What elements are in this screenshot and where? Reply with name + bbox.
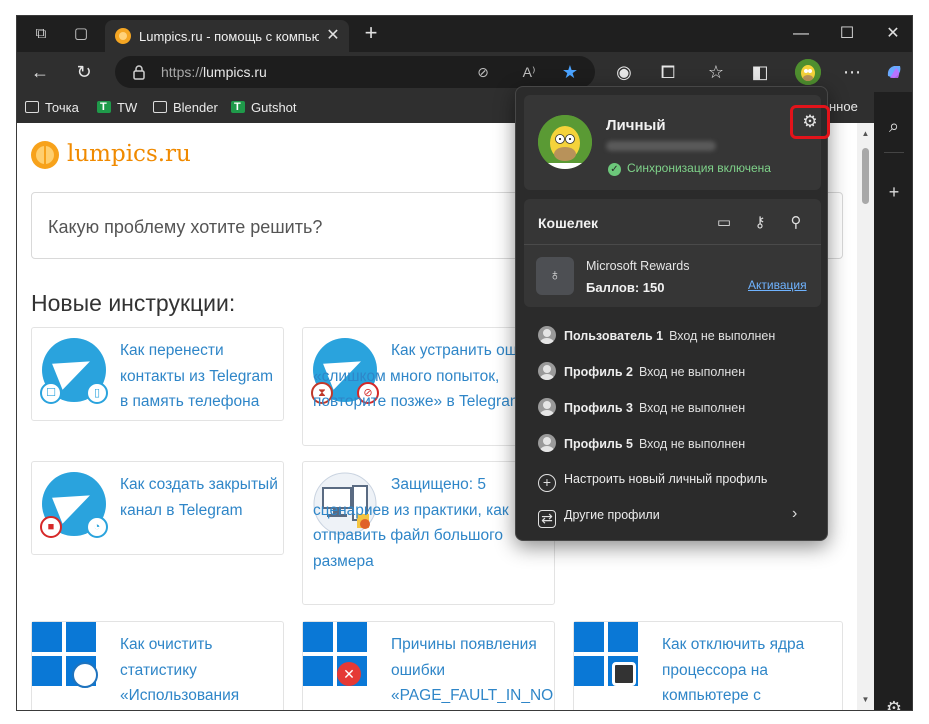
article-link[interactable]: Как отключить ядра процессора на компьют… — [662, 632, 832, 709]
scroll-down-arrow-icon[interactable]: ▼ — [861, 695, 870, 704]
green-bookmark-icon — [231, 98, 245, 116]
folder-icon — [25, 101, 39, 113]
profile-flyout: Личный ✓ Синхронизация включена ⚙ Кошелек… — [515, 86, 830, 541]
article-card[interactable]: ✕ Причины появления ошибки «PAGE_FAULT_I… — [302, 621, 555, 710]
favorites-icon[interactable]: ☆ — [701, 58, 731, 86]
rewards-points: Баллов: 150 — [586, 280, 665, 295]
wallet-title: Кошелек — [538, 215, 599, 231]
bookmark-tochka[interactable]: Точка — [25, 99, 79, 117]
article-link[interactable]: Причины появления ошибки «PAGE_FAULT_IN_… — [391, 632, 553, 709]
page-scrollbar[interactable]: ▲ ▼ — [857, 123, 874, 710]
more-menu-icon[interactable]: ⋯ — [837, 58, 867, 86]
close-window-button[interactable]: ✕ — [870, 20, 912, 48]
profile-email-blurred — [606, 141, 716, 151]
rewards-activate-link[interactable]: Активация — [748, 278, 807, 292]
scroll-up-arrow-icon[interactable]: ▲ — [861, 129, 870, 138]
telegram-icon: ■ ◔ — [40, 472, 108, 538]
bookmark-gutshot[interactable]: Gutshot — [231, 98, 297, 117]
read-aloud-icon[interactable]: A⁾ — [517, 60, 541, 84]
sync-status: ✓ Синхронизация включена — [608, 161, 771, 176]
tab-close-icon[interactable]: ✕ — [323, 26, 343, 46]
wallet-card: Кошелек ▭ ⚷ ⚲ ♁ Microsoft Rewards Баллов… — [524, 199, 821, 307]
switch-profiles-icon: ⇄ — [538, 510, 556, 528]
user-avatar-icon — [538, 434, 556, 452]
user-avatar-icon — [538, 398, 556, 416]
workspaces-icon[interactable]: ⧉ — [27, 22, 55, 46]
copilot-icon[interactable] — [879, 58, 909, 86]
tracking-prevention-icon[interactable]: ⊘ — [471, 60, 495, 84]
profile-item-user1[interactable]: Пользователь 1 Вход не выполнен — [538, 325, 775, 347]
profile-item-profile2[interactable]: Профиль 2 Вход не выполнен — [538, 361, 745, 383]
article-link[interactable]: Как перенести контакты из Telegram в пам… — [120, 338, 280, 415]
bookmarks-overflow[interactable]: нное — [829, 99, 858, 114]
add-sidebar-app-icon[interactable]: + — [880, 178, 908, 206]
orange-favicon-icon — [115, 28, 131, 44]
orange-logo-icon — [31, 141, 59, 169]
homer-avatar-icon — [538, 115, 592, 169]
tab-lumpics[interactable]: Lumpics.ru - помощь с компьютером ✕ — [105, 20, 349, 52]
article-card[interactable]: ☐ ▯ Как перенести контакты из Telegram в… — [31, 327, 284, 421]
article-link[interactable]: Как очистить статистику «Использования — [120, 632, 280, 709]
title-bar: ⧉ ▢ Lumpics.ru - помощь с компьютером ✕ … — [17, 16, 912, 52]
favorite-star-icon[interactable]: ★ — [558, 60, 582, 84]
refresh-icon[interactable]: ↻ — [69, 58, 99, 86]
check-circle-icon: ✓ — [608, 163, 621, 176]
url-text[interactable]: https://lumpics.ru — [161, 64, 267, 80]
address-bar[interactable]: https://lumpics.ru ⊘ A⁾ ★ — [115, 56, 595, 88]
profile-item-profile3[interactable]: Профиль 3 Вход не выполнен — [538, 397, 745, 419]
rewards-name: Microsoft Rewards — [586, 259, 690, 273]
windows-icon: ✕ — [303, 622, 367, 686]
windows-icon — [32, 622, 98, 688]
browser-essentials-icon[interactable]: ◧ — [745, 58, 775, 86]
extensions-puzzle-icon[interactable]: ⧠ — [653, 58, 683, 86]
section-title: Новые инструкции: — [31, 290, 236, 316]
minimize-button[interactable]: — — [778, 20, 824, 48]
chevron-right-icon: › — [792, 505, 798, 522]
tab-actions-icon[interactable]: ▢ — [67, 22, 95, 46]
sidebar-settings-gear-icon[interactable]: ⚙ — [880, 694, 908, 710]
homer-avatar-icon — [795, 59, 821, 85]
payment-card-icon[interactable]: ▭ — [712, 211, 736, 235]
rewards-trophy-icon: ♁ — [536, 257, 574, 295]
personal-info-icon[interactable]: ⚲ — [784, 211, 808, 235]
windows-icon — [574, 622, 638, 686]
profile-avatar[interactable] — [538, 115, 592, 169]
scroll-thumb[interactable] — [862, 148, 869, 204]
article-link[interactable]: Как создать закрытый канал в Telegram — [120, 472, 280, 523]
bookmark-blender[interactable]: Blender — [153, 99, 218, 117]
tab-title: Lumpics.ru - помощь с компьютером — [139, 29, 319, 44]
folder-icon — [153, 101, 167, 113]
telegram-icon: ☐ ▯ — [40, 338, 108, 404]
sidebar-divider — [884, 152, 904, 153]
wallet-divider — [524, 244, 821, 245]
user-avatar-icon — [538, 362, 556, 380]
add-profile-button[interactable]: + Настроить новый личный профиль — [538, 468, 767, 492]
maximize-button[interactable]: ☐ — [824, 20, 870, 48]
right-sidebar: ⌕ + ⚙ — [874, 92, 912, 710]
extension-icon[interactable]: ◉ — [609, 58, 639, 86]
search-icon[interactable]: ⌕ — [880, 112, 908, 140]
lock-icon[interactable] — [131, 64, 147, 80]
plus-circle-icon: + — [538, 474, 556, 492]
article-card[interactable]: Как очистить статистику «Использования — [31, 621, 284, 710]
bookmark-tw[interactable]: TW — [97, 98, 137, 117]
profile-settings-gear-icon[interactable]: ⚙ — [790, 105, 830, 139]
logo-text: lumpics.ru — [67, 141, 191, 167]
green-bookmark-icon — [97, 98, 111, 116]
profile-card: Личный ✓ Синхронизация включена ⚙ — [524, 95, 830, 190]
user-avatar-icon — [538, 326, 556, 344]
other-profiles-button[interactable]: ⇄ Другие профили — [538, 504, 660, 528]
profile-name: Личный — [606, 117, 666, 134]
key-icon[interactable]: ⚷ — [748, 211, 772, 235]
back-arrow-icon[interactable]: ← — [25, 58, 55, 86]
profile-item-profile5[interactable]: Профиль 5 Вход не выполнен — [538, 433, 745, 455]
article-card[interactable]: Как отключить ядра процессора на компьют… — [573, 621, 843, 710]
new-tab-button[interactable]: + — [357, 22, 385, 46]
profile-avatar-button[interactable] — [795, 59, 821, 85]
search-placeholder: Какую проблему хотите решить? — [48, 217, 323, 237]
article-card[interactable]: ■ ◔ Как создать закрытый канал в Telegra… — [31, 461, 284, 555]
